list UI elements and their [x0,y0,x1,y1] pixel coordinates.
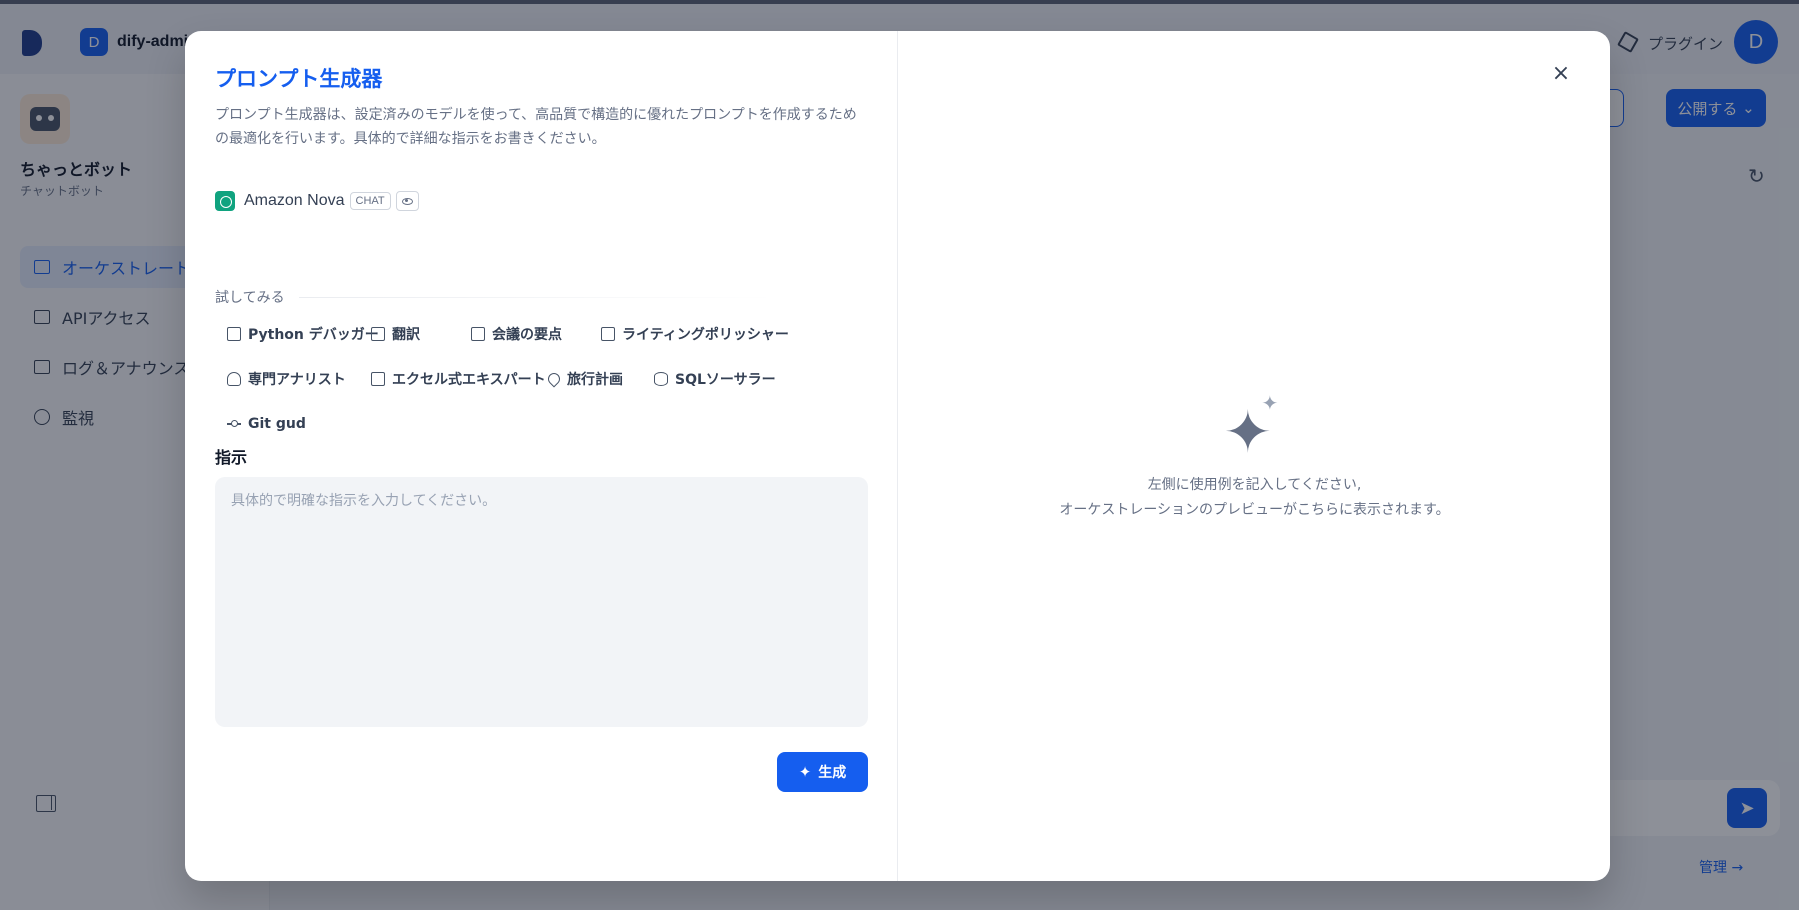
model-selector[interactable]: Amazon Nova CHAT [215,191,419,211]
generate-button[interactable]: ✦ 生成 [777,752,868,792]
user-icon [227,372,241,386]
close-icon: × [1551,60,1571,86]
example-label: エクセル式エキスパート [392,372,546,388]
modal-title: プロンプト生成器 [215,67,383,91]
example-sql-sorcerer[interactable]: SQLソーサラー [646,364,784,394]
example-label: Git gud [248,416,306,432]
article-icon [601,327,615,341]
map-pin-icon [545,370,563,388]
sparkle-icon: ✦ [798,763,812,781]
example-meeting-summary[interactable]: 会議の要点 [463,319,570,349]
example-label: ライティングポリッシャー [622,327,789,343]
eye-icon [401,197,413,205]
try-it-header: 試してみる [215,287,775,307]
translate-icon [371,327,385,341]
meeting-icon [471,327,485,341]
example-label: 翻訳 [392,327,420,343]
example-translate[interactable]: 翻訳 [363,319,428,349]
example-label: 旅行計画 [567,372,623,388]
try-label: 試してみる [215,290,285,306]
model-mode-tag: CHAT [349,192,391,210]
prompt-generator-modal: プロンプト生成器 プロンプト生成器は、設定済みのモデルを使って、高品質で構造的に… [185,31,1610,881]
close-button[interactable]: × [1547,59,1575,87]
example-excel-expert[interactable]: エクセル式エキスパート [363,364,554,394]
sparkles-icon: ✦ ✦ [1223,391,1279,466]
preview-empty-state: ✦ ✦ 左側に使用例を記入してください, オーケストレーションのプレビューがこち… [899,393,1610,523]
example-label: 会議の要点 [492,327,562,343]
vision-tag [395,191,419,211]
generate-label: 生成 [818,765,847,781]
example-label: SQLソーサラー [675,372,776,388]
database-icon [654,372,668,386]
generator-input-pane: プロンプト生成器 プロンプト生成器は、設定済みのモデルを使って、高品質で構造的に… [185,31,898,881]
example-travel-planning[interactable]: 旅行計画 [540,364,631,394]
generator-preview-pane: × ✦ ✦ 左側に使用例を記入してください, オーケストレーションのプレビューが… [899,31,1610,881]
example-python-debugger[interactable]: Python デバッガー [219,319,387,349]
terminal-icon [227,327,241,341]
modal-description: プロンプト生成器は、設定済みのモデルを使って、高品質で構造的に優れたプロンプトを… [215,107,857,147]
excel-icon [371,372,385,386]
empty-state-line-1: 左側に使用例を記入してください, [1147,477,1362,493]
example-writing-polisher[interactable]: ライティングポリッシャー [593,319,797,349]
instruction-label: 指示 [215,448,248,467]
model-name: Amazon Nova [244,192,345,209]
divider [298,296,775,298]
example-professional-analyst[interactable]: 専門アナリスト [219,364,354,394]
empty-state-line-2: オーケストレーションのプレビューがこちらに表示されます。 [1059,502,1450,518]
openai-icon [215,191,235,211]
git-commit-icon [227,417,241,431]
instruction-input[interactable] [215,477,868,727]
example-git-gud[interactable]: Git gud [219,409,314,439]
example-label: 専門アナリスト [248,372,346,388]
example-label: Python デバッガー [248,327,379,343]
